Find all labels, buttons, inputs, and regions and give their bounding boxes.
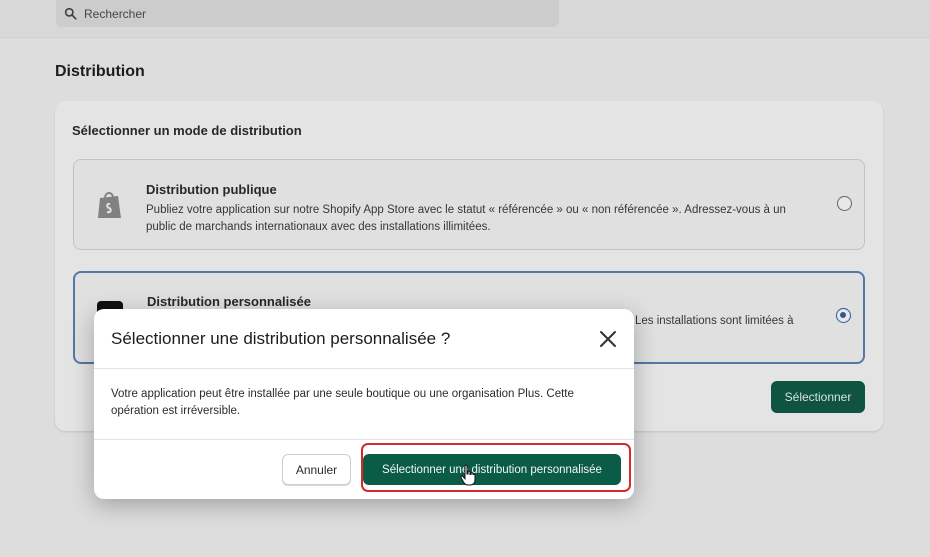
hand-cursor-icon (460, 464, 476, 486)
confirm-custom-distribution-button[interactable]: Sélectionner une distribution personnali… (363, 454, 621, 485)
close-icon[interactable] (598, 329, 618, 349)
divider (94, 439, 634, 440)
divider (94, 368, 634, 369)
confirm-dialog: Sélectionner une distribution personnali… (94, 309, 634, 499)
dialog-title: Sélectionner une distribution personnali… (111, 329, 451, 348)
cancel-button[interactable]: Annuler (282, 454, 351, 485)
dialog-body: Votre application peut être installée pa… (111, 388, 574, 417)
